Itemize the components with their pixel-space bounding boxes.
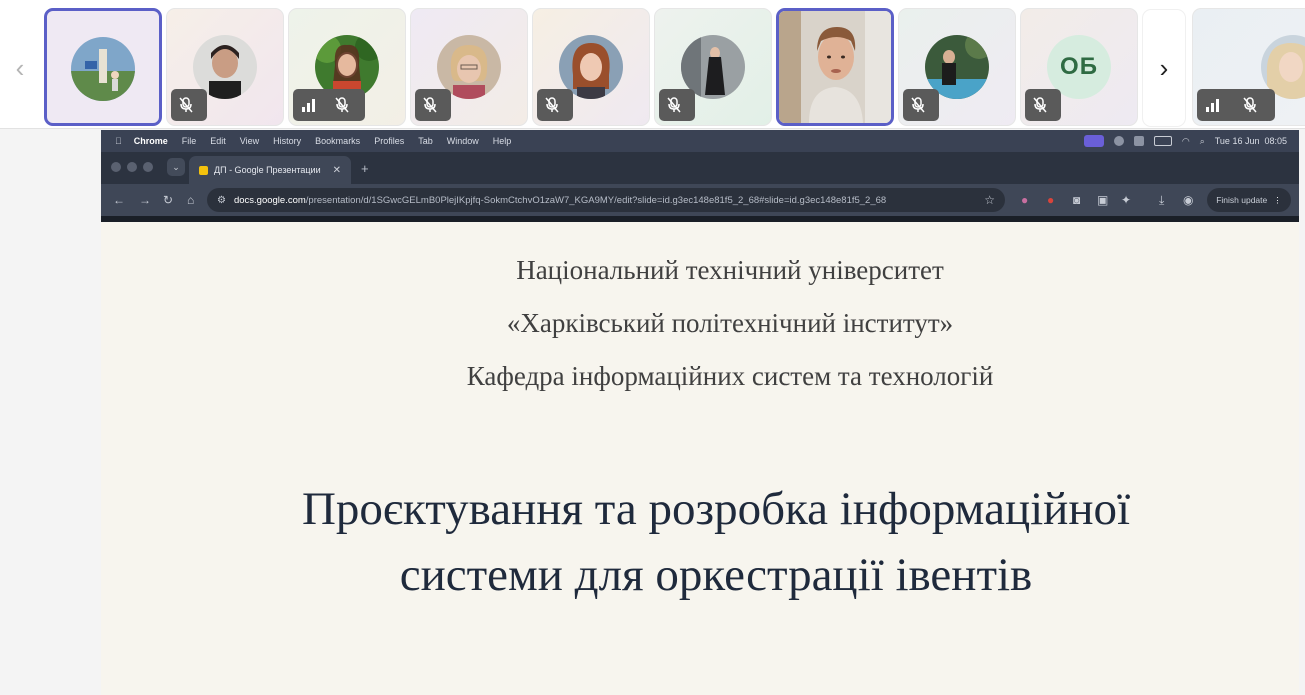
strip-next-button[interactable]: › <box>1143 10 1185 126</box>
muted-badge <box>903 89 939 121</box>
tab-search-icon: ⌄ <box>167 158 185 176</box>
mic-off-icon <box>667 97 681 113</box>
slide-title-line-2: системи для оркестрації івентів <box>399 549 1033 601</box>
mic-off-icon <box>1243 97 1257 113</box>
forward-icon: → <box>139 193 151 207</box>
status-badge <box>1197 89 1275 121</box>
menu-item: Bookmarks <box>308 136 360 146</box>
presentation-slide: Національний технічний університет «Харк… <box>101 222 1299 695</box>
window-minimize-button <box>127 162 137 172</box>
status-badge <box>293 89 365 121</box>
participant-tile[interactable] <box>410 8 528 126</box>
reload-icon: ↻ <box>163 193 174 207</box>
finish-update-label: Finish update <box>1216 195 1268 205</box>
menu-item: Help <box>485 136 512 146</box>
tab-title: ДП - Google Презентации <box>214 165 321 175</box>
browser-tab: ДП - Google Презентации ✕ <box>189 156 351 184</box>
mic-off-icon <box>335 97 349 113</box>
search-icon: ⌕ <box>1199 135 1205 146</box>
extension-icon: ● <box>1021 193 1029 207</box>
participant-tile[interactable] <box>288 8 406 126</box>
window-zoom-button <box>143 162 153 172</box>
url-path: /presentation/d/1SGwcGELmB0PlejIKpjfq-So… <box>305 194 887 206</box>
mic-off-icon <box>911 97 925 113</box>
battery-icon <box>1153 136 1172 146</box>
slide-institute-name: «Харківський політехнічний інститут» <box>506 308 954 338</box>
close-icon: ✕ <box>332 164 341 176</box>
menu-item: Tab <box>411 136 433 146</box>
mic-off-icon <box>423 97 437 113</box>
participant-tile[interactable]: ОБ <box>1020 8 1138 126</box>
muted-badge <box>1025 89 1061 121</box>
muted-badge <box>415 89 451 121</box>
participant-tile-speaking[interactable] <box>776 8 894 126</box>
url-host: docs.google.com <box>233 194 306 206</box>
signal-icon <box>302 99 315 112</box>
mic-off-icon <box>1033 97 1047 113</box>
bookmark-star-icon: ☆ <box>984 193 995 207</box>
mic-off-icon <box>179 97 193 113</box>
menu-item: View <box>233 136 259 146</box>
muted-badge <box>659 89 695 121</box>
download-icon: ⤓ <box>1159 193 1165 207</box>
site-info-icon: ⚙ <box>217 194 226 206</box>
menu-app: Chrome <box>127 136 168 146</box>
muted-badge <box>537 89 573 121</box>
shield-icon <box>1113 136 1124 146</box>
participant-strip: ‹ ОБ › <box>0 0 1305 129</box>
participant-tile[interactable] <box>532 8 650 126</box>
profile-icon: ◉ <box>1183 193 1194 207</box>
finish-update-button: Finish update ⋮ <box>1207 188 1291 212</box>
wifi-icon: ◠ <box>1181 135 1190 146</box>
more-icon: ⋮ <box>1273 194 1282 205</box>
participant-tile[interactable] <box>166 8 284 126</box>
shared-screen:  Chrome File Edit View History Bookmark… <box>101 130 1299 695</box>
mac-menubar:  Chrome File Edit View History Bookmark… <box>101 130 1299 152</box>
browser-tabbar: ⌄ ДП - Google Презентации ✕ + <box>101 152 1299 184</box>
participant-video <box>779 11 891 123</box>
menubar-status-area: ◠ ⌕ Tue 16 Jun 08:05 <box>1083 130 1287 152</box>
apple-icon:  <box>115 136 122 146</box>
back-icon: ← <box>113 193 125 207</box>
menu-item: Window <box>439 136 479 146</box>
menu-item: Edit <box>203 136 226 146</box>
chevron-left-icon: ‹ <box>15 52 25 83</box>
participant-tile[interactable] <box>654 8 772 126</box>
slide-title-line-1: Проєктування та розробка інформаційної <box>301 483 1131 535</box>
menu-item: Profiles <box>367 136 404 146</box>
participant-tile[interactable] <box>1192 8 1305 126</box>
extension-icon: ● <box>1047 193 1055 207</box>
extension-icon: ▣ <box>1097 193 1109 207</box>
camera-icon: ◙ <box>1073 193 1081 207</box>
chevron-right-icon: › <box>1159 52 1169 83</box>
address-bar: ⚙ docs.google.com/presentation/d/1SGwcGE… <box>207 188 1005 212</box>
window-close-button <box>111 162 121 172</box>
slides-icon <box>199 165 208 175</box>
puzzle-icon: ✦ <box>1121 193 1132 207</box>
menu-item: History <box>266 136 301 146</box>
avatar <box>71 37 135 101</box>
menu-item: File <box>175 136 197 146</box>
slide-university-name: Національний технічний університет <box>516 255 944 285</box>
menubar-clock: Tue 16 Jun 08:05 <box>1214 136 1287 146</box>
browser-toolbar: ← → ↻ ⌂ ⚙ docs.google.com/presentation/d… <box>101 184 1299 216</box>
strip-prev-button[interactable]: ‹ <box>0 10 40 126</box>
participant-tile[interactable] <box>898 8 1016 126</box>
participant-tile[interactable] <box>44 8 162 126</box>
signal-icon <box>1206 99 1219 112</box>
home-icon: ⌂ <box>187 193 195 207</box>
screen-share-icon <box>1083 135 1104 147</box>
mic-off-icon <box>545 97 559 113</box>
muted-badge <box>171 89 207 121</box>
extension-icon <box>1133 136 1144 146</box>
new-tab-icon: + <box>361 161 369 176</box>
slide-department-name: Кафедра інформаційних систем та технолог… <box>466 361 994 391</box>
